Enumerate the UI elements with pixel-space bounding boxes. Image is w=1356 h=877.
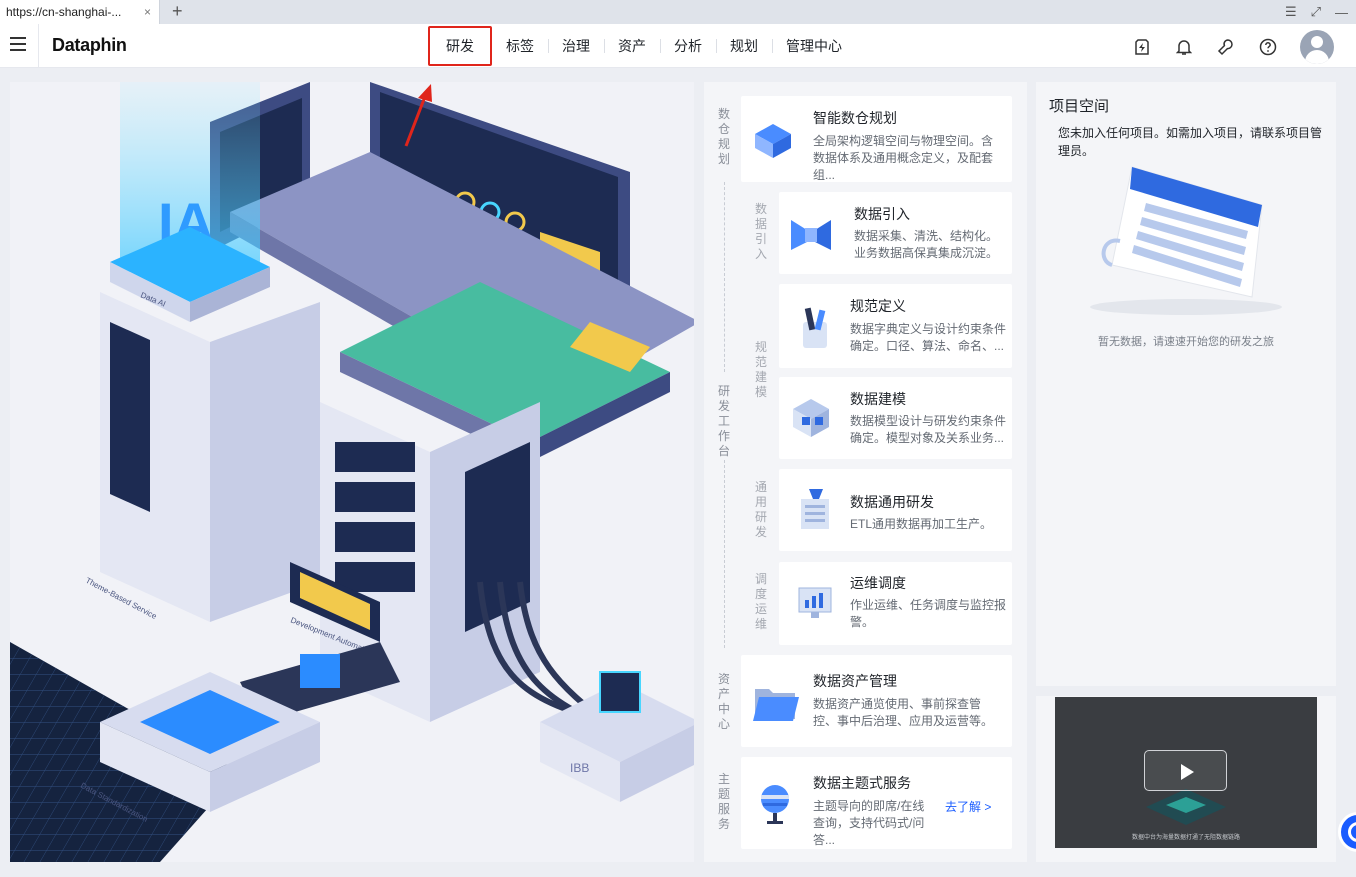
new-tab-button[interactable]: + bbox=[172, 0, 183, 22]
feature-card-general-dev[interactable]: 数据通用研发 ETL通用数据再加工生产。 bbox=[779, 469, 1012, 551]
section-label-workbench: 研发工作台 bbox=[717, 384, 730, 458]
floating-help-button[interactable] bbox=[1338, 812, 1356, 852]
feature-title: 数据建模 bbox=[850, 391, 906, 407]
window-controls: ☰ ⤢ — bbox=[1285, 0, 1348, 24]
bowtie-icon bbox=[785, 208, 837, 260]
project-space-notice: 您未加入任何项目。如需加入项目，请联系项目管理员。 bbox=[1058, 126, 1323, 158]
feature-title: 数据通用研发 bbox=[850, 494, 934, 510]
feature-title: 数据引入 bbox=[854, 206, 910, 222]
close-icon[interactable]: × bbox=[144, 0, 151, 24]
top-nav: 研发 标签 治理 资产 分析 规划 管理中心 bbox=[428, 24, 856, 68]
feature-card-ingest[interactable]: 数据引入 数据采集、清洗、结构化。业务数据高保真集成沉淀。 bbox=[779, 192, 1012, 274]
feature-desc: 主题导向的即席/在线查询，支持代码式/问答... bbox=[813, 799, 925, 847]
wrench-icon[interactable] bbox=[1216, 37, 1236, 57]
minimize-icon[interactable]: — bbox=[1335, 5, 1348, 20]
feature-desc: 数据模型设计与研发约束条件确定。模型对象及关系业务... bbox=[850, 414, 1007, 445]
header-icons bbox=[1132, 30, 1334, 64]
video-caption: 数据中台为海量数据打通了无阻数据链路 bbox=[1131, 835, 1240, 841]
nav-item-analysis[interactable]: 分析 bbox=[660, 36, 716, 56]
subsection-label-general-dev: 通用研发 bbox=[754, 480, 767, 539]
cube-icon bbox=[785, 391, 837, 443]
cubes-icon bbox=[747, 114, 799, 166]
browser-tabstrip: https://cn-shanghai-... × + ☰ ⤢ — bbox=[0, 0, 1356, 24]
monitor-icon bbox=[789, 578, 841, 630]
feature-title: 运维调度 bbox=[850, 575, 906, 591]
feature-card-planning[interactable]: 智能数仓规划 全局架构逻辑空间与物理空间。含数据体系及通用概念定义，及配套组..… bbox=[741, 96, 1012, 182]
hero-label-ibb: IBB bbox=[570, 761, 589, 775]
feature-desc: 数据采集、清洗、结构化。业务数据高保真集成沉淀。 bbox=[854, 229, 999, 260]
browser-tab-title: https://cn-shanghai-... bbox=[6, 5, 122, 19]
feature-title: 数据主题式服务 bbox=[813, 775, 911, 791]
subsection-label-modeling: 规范建模 bbox=[754, 340, 767, 399]
folder-icon bbox=[749, 677, 801, 729]
subsection-label-ops: 调度运维 bbox=[754, 572, 767, 631]
feature-title: 规范定义 bbox=[850, 298, 906, 314]
avatar[interactable] bbox=[1300, 30, 1334, 64]
help-icon[interactable] bbox=[1258, 37, 1278, 57]
expand-icon[interactable]: ⤢ bbox=[1311, 4, 1321, 20]
pencil-cup-icon bbox=[789, 302, 841, 354]
timeline-line bbox=[724, 460, 725, 648]
list-icon[interactable]: ☰ bbox=[1285, 4, 1297, 20]
feature-desc: 数据字典定义与设计约束条件确定。口径、算法、命名、... bbox=[850, 322, 1007, 353]
upgrade-icon[interactable] bbox=[1132, 37, 1152, 57]
section-label-topic-service: 主题服务 bbox=[717, 772, 730, 831]
learn-more-link[interactable]: 去了解 > bbox=[945, 798, 991, 815]
intro-video-panel: 数据中台为海量数据打通了无阻数据链路 bbox=[1036, 696, 1336, 862]
feature-card-ops[interactable]: 运维调度 作业运维、任务调度与监控报警。 bbox=[779, 562, 1012, 645]
intro-video[interactable]: 数据中台为海量数据打通了无阻数据链路 bbox=[1055, 697, 1317, 848]
feature-title: 智能数仓规划 bbox=[813, 110, 897, 126]
timeline-line bbox=[724, 182, 725, 372]
browser-tab[interactable]: https://cn-shanghai-... × bbox=[0, 0, 160, 24]
globe-icon bbox=[749, 777, 801, 829]
nav-item-dev[interactable]: 研发 bbox=[428, 26, 492, 66]
bell-icon[interactable] bbox=[1174, 37, 1194, 57]
server-icon bbox=[789, 485, 841, 537]
feature-card-topic-service[interactable]: 数据主题式服务 主题导向的即席/在线查询，支持代码式/问答... 去了解 > bbox=[741, 757, 1012, 849]
feature-card-standards[interactable]: 规范定义 数据字典定义与设计约束条件确定。口径、算法、命名、... bbox=[779, 284, 1012, 368]
hero-illustration: IA Data AI Data Asset Management Develop… bbox=[10, 82, 694, 862]
hamburger-menu-icon[interactable] bbox=[10, 37, 26, 51]
feature-title: 数据资产管理 bbox=[813, 673, 897, 689]
nav-item-governance[interactable]: 治理 bbox=[548, 36, 604, 56]
section-label-planning: 数仓规划 bbox=[717, 107, 730, 166]
app-header: Dataphin 研发 标签 治理 资产 分析 规划 管理中心 bbox=[0, 24, 1356, 68]
nav-item-assets[interactable]: 资产 bbox=[604, 36, 660, 56]
logo-text: Dataphin bbox=[52, 35, 127, 55]
section-label-asset-center: 资产中心 bbox=[717, 672, 730, 731]
feature-card-asset-mgmt[interactable]: 数据资产管理 数据资产通览使用、事前探查管控、事中后治理、应用及运营等。 bbox=[741, 655, 1012, 747]
nav-item-tags[interactable]: 标签 bbox=[492, 36, 548, 56]
play-button[interactable] bbox=[1144, 750, 1227, 791]
subsection-label-ingest: 数据引入 bbox=[754, 202, 767, 261]
feature-desc: 全局架构逻辑空间与物理空间。含数据体系及通用概念定义，及配套组... bbox=[813, 134, 994, 182]
feature-desc: 数据资产通览使用、事前探查管控、事中后治理、应用及运营等。 bbox=[813, 697, 994, 728]
empty-document-illustration bbox=[1090, 166, 1282, 315]
header-divider bbox=[38, 24, 39, 68]
logo[interactable]: Dataphin bbox=[52, 35, 127, 56]
feature-desc: 作业运维、任务调度与监控报警。 bbox=[850, 598, 1007, 629]
feature-desc: ETL通用数据再加工生产。 bbox=[850, 517, 993, 531]
feature-card-modeling[interactable]: 数据建模 数据模型设计与研发约束条件确定。模型对象及关系业务... bbox=[779, 377, 1012, 459]
empty-state-text: 暂无数据，请速速开始您的研发之旅 bbox=[1098, 336, 1274, 348]
nav-item-admin[interactable]: 管理中心 bbox=[772, 36, 856, 56]
nav-item-planning[interactable]: 规划 bbox=[716, 36, 772, 56]
project-space-panel: 项目空间 您未加入任何项目。如需加入项目，请联系项目管理员。 暂无数据，请速速开… bbox=[1036, 82, 1336, 686]
feature-column: 数仓规划 研发工作台 资产中心 主题服务 数据引入 规范建模 通用研发 调度运维… bbox=[704, 82, 1027, 862]
project-space-title: 项目空间 bbox=[1049, 98, 1110, 115]
isometric-city-illustration: IA Data AI Data Asset Management Develop… bbox=[10, 82, 694, 862]
